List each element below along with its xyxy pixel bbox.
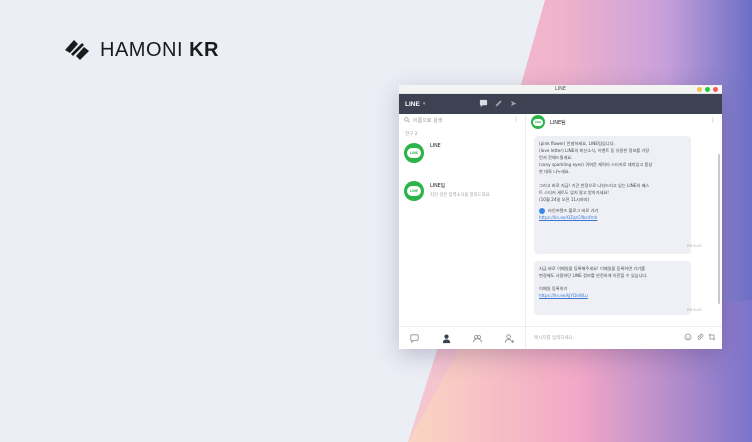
friend-name: LINE팀 [430,184,446,189]
friend-count-label: 친구 2 [405,132,418,137]
message-time: PM 6:20 [687,308,702,312]
window-titlebar[interactable]: LINE [399,85,722,94]
logo-text: HAMONI KR [100,39,219,62]
message-line: 그리고 바로 지금! 기간 한정으로 나눠드리고 있는 LINE의 베스 [539,183,650,188]
groups-tab-icon[interactable] [472,333,483,344]
composer-tools [684,333,716,341]
friends-panel: 이름으로 검색 ⋮ 친구 2 LINE LINE LINE LINE팀 지인 것… [399,114,526,349]
app-navbar: LINE ▾ [399,94,722,114]
attach-icon[interactable] [696,333,704,341]
maximize-button[interactable] [705,87,710,92]
message-line: (10월 24일 오전 11시까지) [539,197,590,202]
chats-tab-icon[interactable] [409,333,420,344]
close-button[interactable] [713,87,718,92]
message-line: 지금 바로 이메일을 등록해주세요! 이메일을 등록하면 기기를 [539,266,645,271]
pencil-icon[interactable] [494,99,503,108]
chat-name: LINE팀 [550,119,566,126]
logo-text-bold: KR [189,38,219,61]
chat-scrollbar[interactable] [718,154,720,304]
avatar: LINE [404,143,424,163]
friend-name: LINE [430,144,441,149]
avatar: LINE [404,181,424,201]
brand-dropdown-caret[interactable]: ▾ [423,101,426,107]
navbar-icons [479,99,518,108]
emoji-icon[interactable] [684,333,692,341]
message-bubble: 지금 바로 이메일을 등록해주세요! 이메일을 등록하면 기기를 변경해도 사용… [534,261,691,315]
email-register-label[interactable]: 이메일 등록하기 [539,285,686,292]
logo-text-light: HAMONI [100,38,183,61]
message-line: (love letter) LINE의 최신소식, 이벤트 등 유용한 정보를 … [539,148,650,153]
blog-shortcut[interactable]: 라인프렌즈 블로그 바로 가기 [539,207,686,214]
minimize-button[interactable] [697,87,702,92]
friend-search[interactable]: 이름으로 검색 ⋮ [399,114,525,126]
message-link[interactable]: https://lin.ee/kJYDkWLu [539,292,686,299]
avatar[interactable]: LINE [531,115,545,129]
chat-panel: LINE LINE팀 ⋮ (pink flower) 안녕하세요, LINE팀입… [526,114,722,349]
crop-icon[interactable] [708,333,716,341]
message-link[interactable]: https://lin.ee/OZqrCPbc/fmh [539,214,686,221]
message-line: (pink flower) 안녕하세요, LINE팀입니다. [539,141,615,146]
search-input[interactable]: 이름으로 검색 [413,117,442,124]
friends-panel-tabbar [399,326,525,349]
message-bubble: (pink flower) 안녕하세요, LINE팀입니다. (love let… [534,136,691,254]
search-icon [404,117,410,123]
share-icon[interactable] [509,99,518,108]
message-line [539,175,686,182]
message-line: 먼저 전해드릴게요. [539,155,573,160]
hamoni-logo: HAMONI KR [62,36,219,64]
chat-more-options-icon[interactable]: ⋮ [710,117,716,124]
line-logo-icon: LINE [407,148,421,158]
line-app-window: LINE LINE ▾ 이름으로 검색 ⋮ 친구 2 LINE LINE LIN… [399,85,722,349]
window-controls [697,87,718,92]
window-title: LINE [554,86,567,92]
hamoni-logo-mark-icon [65,40,89,60]
message-time: PM 6:20 [687,244,702,248]
message-input[interactable]: 메시지를 입력하세요. [534,335,574,341]
friends-tab-icon[interactable] [441,333,452,344]
friend-item[interactable]: LINE LINE팀 지인 것은 입력소식을 알리드리요. [399,177,525,207]
friend-status: 지인 것은 입력소식을 알리드리요. [430,193,491,198]
link-icon [539,207,545,214]
message-line: 변경해도 사용하던 LINE 정보를 안전하게 이전할 수 있습니다. [539,273,648,278]
friend-item[interactable]: LINE LINE [399,139,525,169]
message-composer: 메시지를 입력하세요. [526,326,722,349]
more-options-icon[interactable]: ⋮ [513,116,519,123]
message-line: 트 스티커 세트도 잊지 말고 받아가세요! [539,190,609,195]
add-friend-icon[interactable] [504,333,515,344]
blog-shortcut-label: 라인프렌즈 블로그 바로 가기 [548,208,599,213]
line-logo-icon: LINE [407,186,421,196]
line-logo-icon: LINE [533,118,543,126]
message-line: (cony sparkling eyes) 귀여운 캐릭터 스티커로 재미있고 … [539,162,653,167]
line-brand[interactable]: LINE [405,101,420,108]
chat-icon[interactable] [479,99,488,108]
chat-header: LINE LINE팀 ⋮ [526,114,722,130]
message-line: 한 대화 나누세요. [539,169,570,174]
